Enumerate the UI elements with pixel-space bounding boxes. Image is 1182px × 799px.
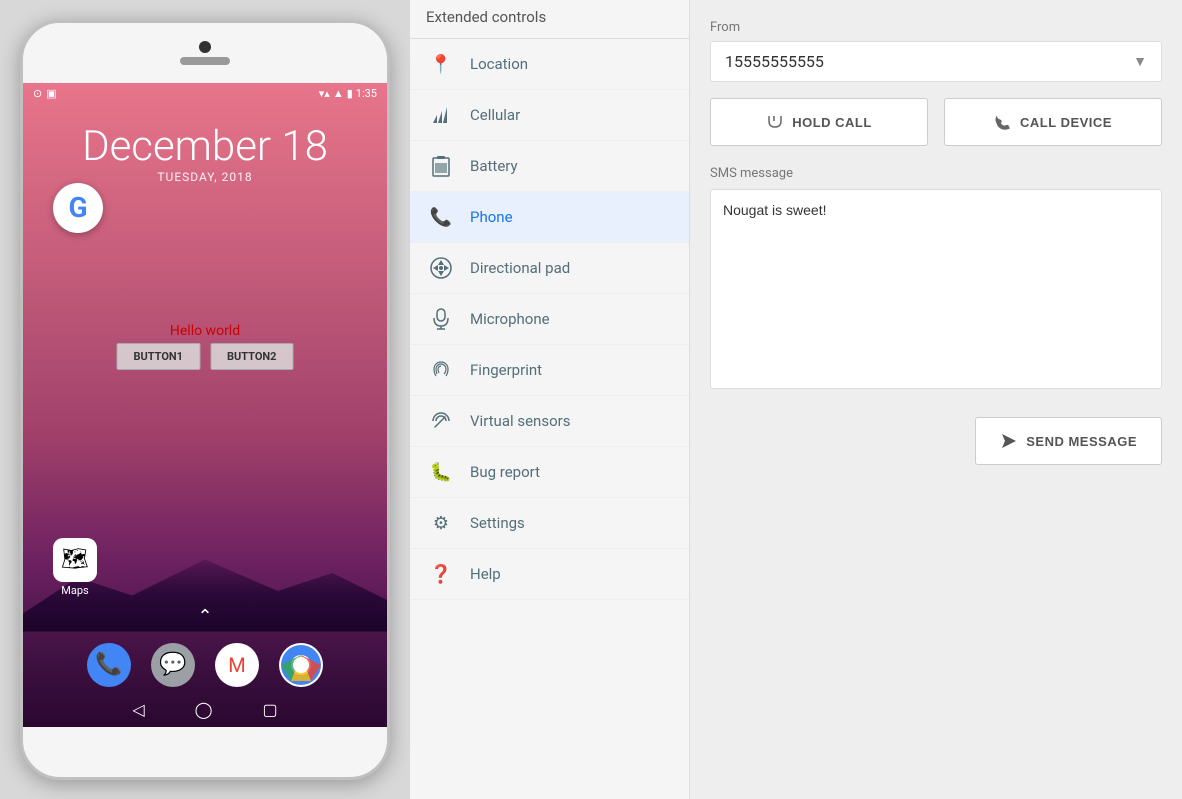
phone-speaker [180,57,230,65]
microphone-icon [430,308,452,330]
chevron-up[interactable]: ⌃ [197,606,212,627]
location-icon: 📍 [430,53,452,75]
phone-date: December 18 TUESDAY, 2018 [23,124,387,184]
back-icon[interactable]: ◁ [132,700,144,719]
from-number: 15555555555 [725,52,824,71]
call-device-button[interactable]: CALL DEVICE [944,98,1162,146]
sms-section: SMS message Nougat is sweet! [710,166,1162,393]
sidebar-item-help[interactable]: ❓ Help [410,549,689,600]
phone-camera-icon [199,41,211,53]
app-button1[interactable]: BUTTON1 [117,343,201,370]
time-display: 1:35 [356,87,377,100]
call-buttons-container: HOLD CALL CALL DEVICE [710,98,1162,146]
sidebar-item-label: Settings [470,514,525,532]
hold-call-icon [766,113,784,131]
battery-sidebar-icon [430,155,452,177]
google-icon[interactable]: G [53,183,103,233]
phone-nav-bar: ◁ ◯ ▢ [132,700,277,719]
phone-bottom-bar [23,727,387,777]
bug-report-icon: 🐛 [430,461,452,483]
sidebar-item-label: Help [470,565,501,583]
sidebar-item-phone[interactable]: 📞 Phone [410,192,689,243]
sidebar-item-location[interactable]: 📍 Location [410,39,689,90]
sms-label: SMS message [710,166,1162,181]
settings-icon: ⚙ [430,512,452,534]
phone-sidebar-icon: 📞 [430,206,452,228]
from-dropdown[interactable]: 15555555555 ▼ [710,41,1162,82]
status-right: ▾▴ ▲ ▮ 1:35 [319,87,377,100]
sidebar-item-label: Phone [470,208,513,226]
sidebar-item-label: Location [470,55,528,73]
recents-icon[interactable]: ▢ [263,700,278,719]
dock-chrome-icon[interactable] [279,643,323,687]
maps-app-icon[interactable]: 🗺 [53,538,97,582]
status-left-icons: ⊙ ▣ [33,87,57,100]
dropdown-arrow-icon: ▼ [1133,53,1147,70]
phone-app-buttons: BUTTON1 BUTTON2 [117,343,294,370]
sim-icon: ▣ [46,87,56,100]
sidebar: Extended controls 📍 Location Cellular Ba… [410,0,690,799]
sidebar-item-label: Microphone [470,310,550,328]
dock-gmail-icon[interactable]: M [215,643,259,687]
phone-dock: 📞 💬 M [87,643,323,687]
sidebar-item-label: Fingerprint [470,361,542,379]
sidebar-item-label: Virtual sensors [470,412,570,430]
sidebar-item-label: Battery [470,157,518,175]
sidebar-item-virtual-sensors[interactable]: Virtual sensors [410,396,689,447]
sidebar-item-cellular[interactable]: Cellular [410,90,689,141]
phone-section: ⊙ ▣ ▾▴ ▲ ▮ 1:35 December 18 TUESDAY, 201… [0,0,410,799]
fingerprint-icon [430,359,452,381]
status-bar: ⊙ ▣ ▾▴ ▲ ▮ 1:35 [23,83,387,104]
home-icon[interactable]: ◯ [195,700,213,719]
sidebar-item-directional-pad[interactable]: Directional pad [410,243,689,294]
call-device-icon [994,113,1012,131]
signal-icon: ▲ [333,87,344,100]
alarm-icon: ⊙ [33,87,42,100]
dock-messages-icon[interactable]: 💬 [151,643,195,687]
sidebar-item-bug-report[interactable]: 🐛 Bug report [410,447,689,498]
phone-screen: ⊙ ▣ ▾▴ ▲ ▮ 1:35 December 18 TUESDAY, 201… [23,83,387,727]
send-message-button[interactable]: SEND MESSAGE [975,417,1162,465]
cellular-icon [430,104,452,126]
sidebar-item-battery[interactable]: Battery [410,141,689,192]
sidebar-item-microphone[interactable]: Microphone [410,294,689,345]
sidebar-item-label: Cellular [470,106,520,124]
date-main: December 18 [23,124,387,170]
sidebar-header: Extended controls [410,0,689,39]
hello-world-text: Hello world [170,323,240,339]
maps-icon-container[interactable]: 🗺 Maps [53,538,97,597]
from-section: From 15555555555 ▼ [710,20,1162,82]
sidebar-item-label: Bug report [470,463,540,481]
hold-call-button[interactable]: HOLD CALL [710,98,928,146]
directional-pad-icon [430,257,452,279]
app-button2[interactable]: BUTTON2 [210,343,294,370]
sidebar-item-settings[interactable]: ⚙ Settings [410,498,689,549]
wifi-icon: ▾▴ [319,87,330,100]
sidebar-item-fingerprint[interactable]: Fingerprint [410,345,689,396]
maps-label: Maps [53,584,97,597]
sms-textarea[interactable]: Nougat is sweet! [710,189,1162,389]
dock-phone-icon[interactable]: 📞 [87,643,131,687]
main-panel: From 15555555555 ▼ HOLD CALL CALL DEVICE… [690,0,1182,799]
phone-top-bar [23,23,387,83]
help-icon: ❓ [430,563,452,585]
date-sub: TUESDAY, 2018 [23,170,387,184]
battery-icon: ▮ [347,87,353,100]
virtual-sensors-icon [430,410,452,432]
phone-body: ⊙ ▣ ▾▴ ▲ ▮ 1:35 December 18 TUESDAY, 201… [20,20,390,780]
sidebar-item-label: Directional pad [470,259,570,277]
from-label: From [710,20,1162,35]
send-icon [1000,432,1018,450]
